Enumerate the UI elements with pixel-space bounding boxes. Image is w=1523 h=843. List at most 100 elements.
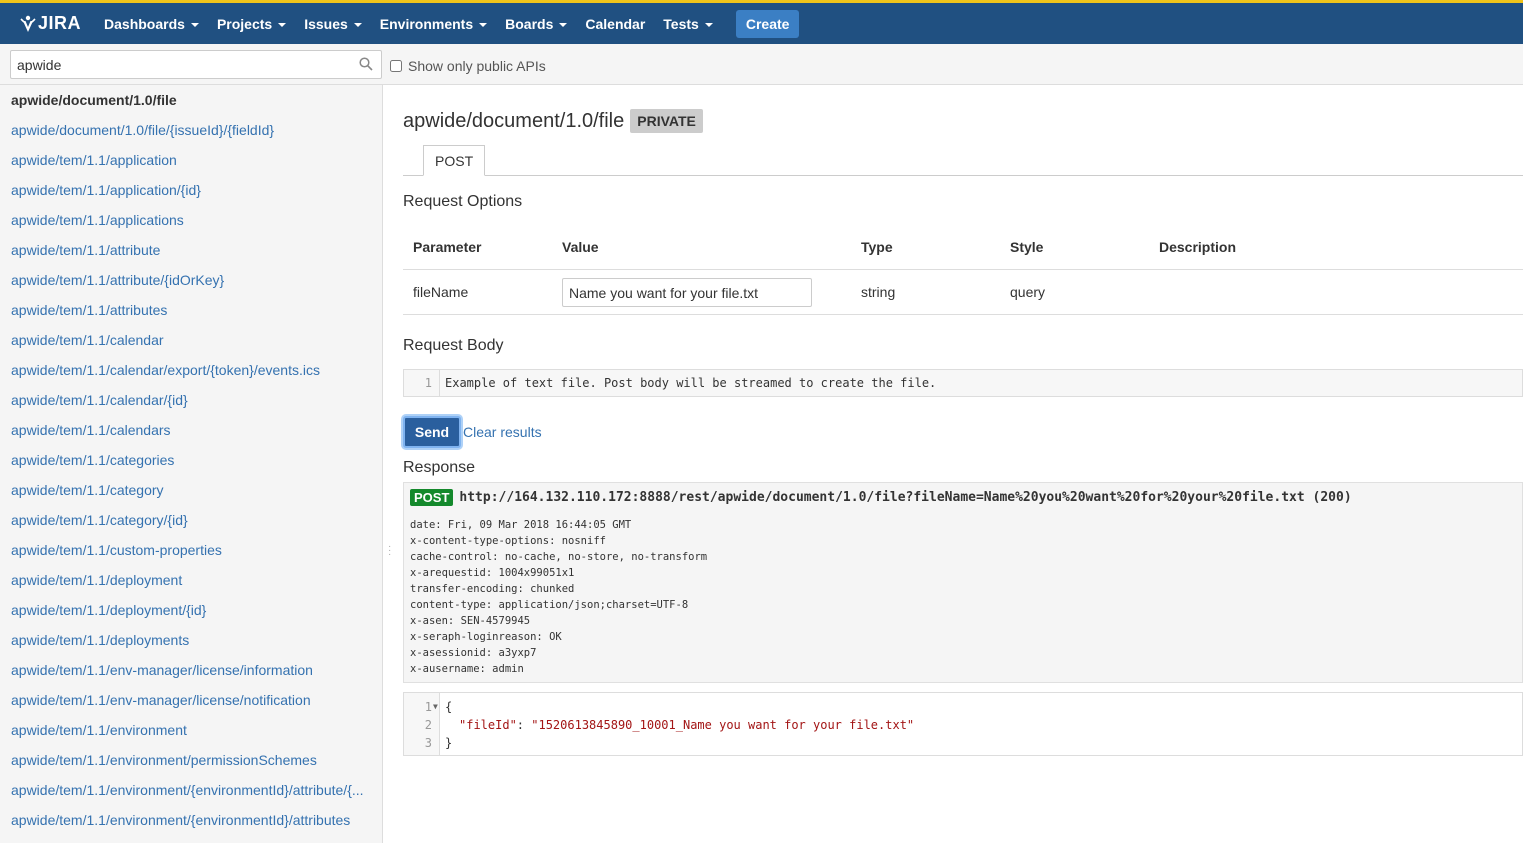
line-number: 1 [424,376,432,390]
sidebar-item[interactable]: apwide/tem/1.1/env-manager/license/notif… [0,685,370,715]
json-value: "1520613845890_10001_Name you want for y… [531,718,915,732]
title-row: apwide/document/1.0/file PRIVATE [403,109,703,133]
code-line: 1 Example of text file. Post body will b… [404,374,1522,392]
code-line: 1 ▼ { [404,698,1522,716]
json-key: "fileId" [459,718,517,732]
json-text: } [445,736,453,750]
sidebar-item[interactable]: apwide/tem/1.1/calendar/export/{token}/e… [0,355,370,385]
response-headers: date: Fri, 09 Mar 2018 16:44:05 GMT x-con… [410,517,707,677]
sidebar-item[interactable]: apwide/tem/1.1/attribute [0,235,370,265]
chevron-down-icon [353,22,362,27]
header-line: x-seraph-loginreason: OK [410,631,562,643]
sidebar-item[interactable]: apwide/tem/1.1/calendar [0,325,370,355]
sidebar-item[interactable]: apwide/tem/1.1/attributes [0,295,370,325]
chevron-down-icon [278,22,287,27]
page-title: apwide/document/1.0/file [403,109,625,132]
header-line: date: Fri, 09 Mar 2018 16:44:05 GMT [410,519,632,531]
param-name: fileName [413,284,469,300]
public-apis-checkbox[interactable] [390,60,402,72]
header-line: x-ausername: admin [410,663,524,675]
nav-calendar[interactable]: Calendar [576,3,654,44]
sidebar-item[interactable]: apwide/tem/1.1/application [0,145,370,175]
nav-projects[interactable]: Projects [208,3,295,44]
col-type: Type [861,239,893,255]
public-apis-toggle[interactable]: Show only public APIs [390,58,546,74]
api-detail-panel: apwide/document/1.0/file PRIVATE POST Re… [403,85,1523,843]
param-style: query [1010,284,1046,300]
json-entry: "fileId": "1520613845890_10001_Name you … [459,718,915,732]
header-line: x-content-type-options: nosniff [410,535,606,547]
search-input[interactable] [11,51,381,78]
search-icon[interactable] [359,57,373,71]
chevron-down-icon [704,22,713,27]
sidebar-item[interactable]: apwide/tem/1.1/env-manager/license/infor… [0,655,370,685]
sidebar-item[interactable]: apwide/tem/1.1/deployment/{id} [0,595,370,625]
top-navigation: JIRA Dashboards Projects Issues Environm… [0,0,1523,44]
chevron-down-icon [479,22,488,27]
filename-value-input[interactable] [562,278,812,307]
sidebar-item[interactable]: apwide/document/1.0/file [0,85,370,115]
sidebar-item[interactable]: apwide/document/1.0/file/{issueId}/{fiel… [0,115,370,145]
col-style: Style [1010,239,1044,255]
nav-issues[interactable]: Issues [295,3,371,44]
header-line: x-arequestid: 1004x99051x1 [410,567,575,579]
response-header: POST http://164.132.110.172:8888/rest/ap… [410,489,1352,506]
col-description: Description [1159,239,1237,255]
chevron-down-icon [190,22,199,27]
nav-boards[interactable]: Boards [496,3,576,44]
splitter-handle[interactable]: · · · [388,542,391,560]
response-panel: POST http://164.132.110.172:8888/rest/ap… [403,482,1523,683]
logo-text: JIRA [38,13,82,33]
line-number: 3 [424,736,432,750]
header-line: cache-control: no-cache, no-store, no-tr… [410,551,708,563]
nav-environments[interactable]: Environments [371,3,496,44]
method-tabs: POST [403,145,1523,176]
sidebar-item[interactable]: apwide/tem/1.1/deployment [0,565,370,595]
response-title: Response [403,459,476,476]
create-button[interactable]: Create [735,9,800,38]
sidebar-item[interactable]: apwide/tem/1.1/categories [0,445,370,475]
sidebar-item[interactable]: apwide/tem/1.1/applications [0,205,370,235]
sidebar-item[interactable]: apwide/tem/1.1/environment/{environmentI… [0,805,370,835]
sidebar-item[interactable]: apwide/tem/1.1/deployments [0,625,370,655]
sidebar-item[interactable]: apwide/tem/1.1/category/{id} [0,505,370,535]
json-text: { [445,700,453,714]
private-badge: PRIVATE [630,109,703,133]
param-type: string [861,284,896,300]
clear-results-link[interactable]: Clear results [463,424,542,440]
jira-logo[interactable]: JIRA [20,13,81,34]
header-line: x-asessionid: a3yxp7 [410,647,537,659]
response-json-viewer[interactable]: 1 ▼ { 2 "fileId": "1520613845890_10001_N… [403,692,1523,756]
sidebar-item[interactable]: apwide/tem/1.1/attribute/{idOrKey} [0,265,370,295]
send-button[interactable]: Send [403,416,461,448]
sidebar-item[interactable]: apwide/tem/1.1/environment [0,715,370,745]
line-number: 1 [424,700,432,714]
params-header: Parameter Value Type Style Description [403,225,1523,270]
sidebar-item[interactable]: apwide/tem/1.1/category [0,475,370,505]
sidebar-item[interactable]: apwide/tem/1.1/custom-properties [0,535,370,565]
code-line: 3 } [404,734,1522,752]
col-value: Value [562,239,599,255]
nav-dashboards[interactable]: Dashboards [95,3,208,44]
header-line: content-type: application/json;charset=U… [410,599,689,611]
method-badge: POST [410,489,454,506]
response-url: http://164.132.110.172:8888/rest/apwide/… [459,490,1352,505]
request-options-title: Request Options [403,193,523,210]
sidebar-item[interactable]: apwide/tem/1.1/environment/{environmentI… [0,775,370,805]
header-line: transfer-encoding: chunked [410,583,575,595]
public-apis-label: Show only public APIs [408,58,546,74]
nav-tests[interactable]: Tests [654,3,722,44]
sidebar-item[interactable]: apwide/tem/1.1/application/{id} [0,175,370,205]
request-body-editor[interactable]: 1 Example of text file. Post body will b… [403,369,1523,397]
header-line: x-asen: SEN-4579945 [410,615,531,627]
fold-toggle-icon[interactable]: ▼ [433,698,438,716]
col-parameter: Parameter [413,239,482,255]
code-line: 2 "fileId": "1520613845890_10001_Name yo… [404,716,1522,734]
tab-post[interactable]: POST [423,145,486,176]
jira-logo-icon [20,15,36,32]
table-row: fileName string query [403,270,1523,315]
sidebar-item[interactable]: apwide/tem/1.1/environment/permissionSch… [0,745,370,775]
sidebar-item[interactable]: apwide/tem/1.1/calendars [0,415,370,445]
filter-bar: Show only public APIs [0,44,1523,85]
sidebar-item[interactable]: apwide/tem/1.1/calendar/{id} [0,385,370,415]
